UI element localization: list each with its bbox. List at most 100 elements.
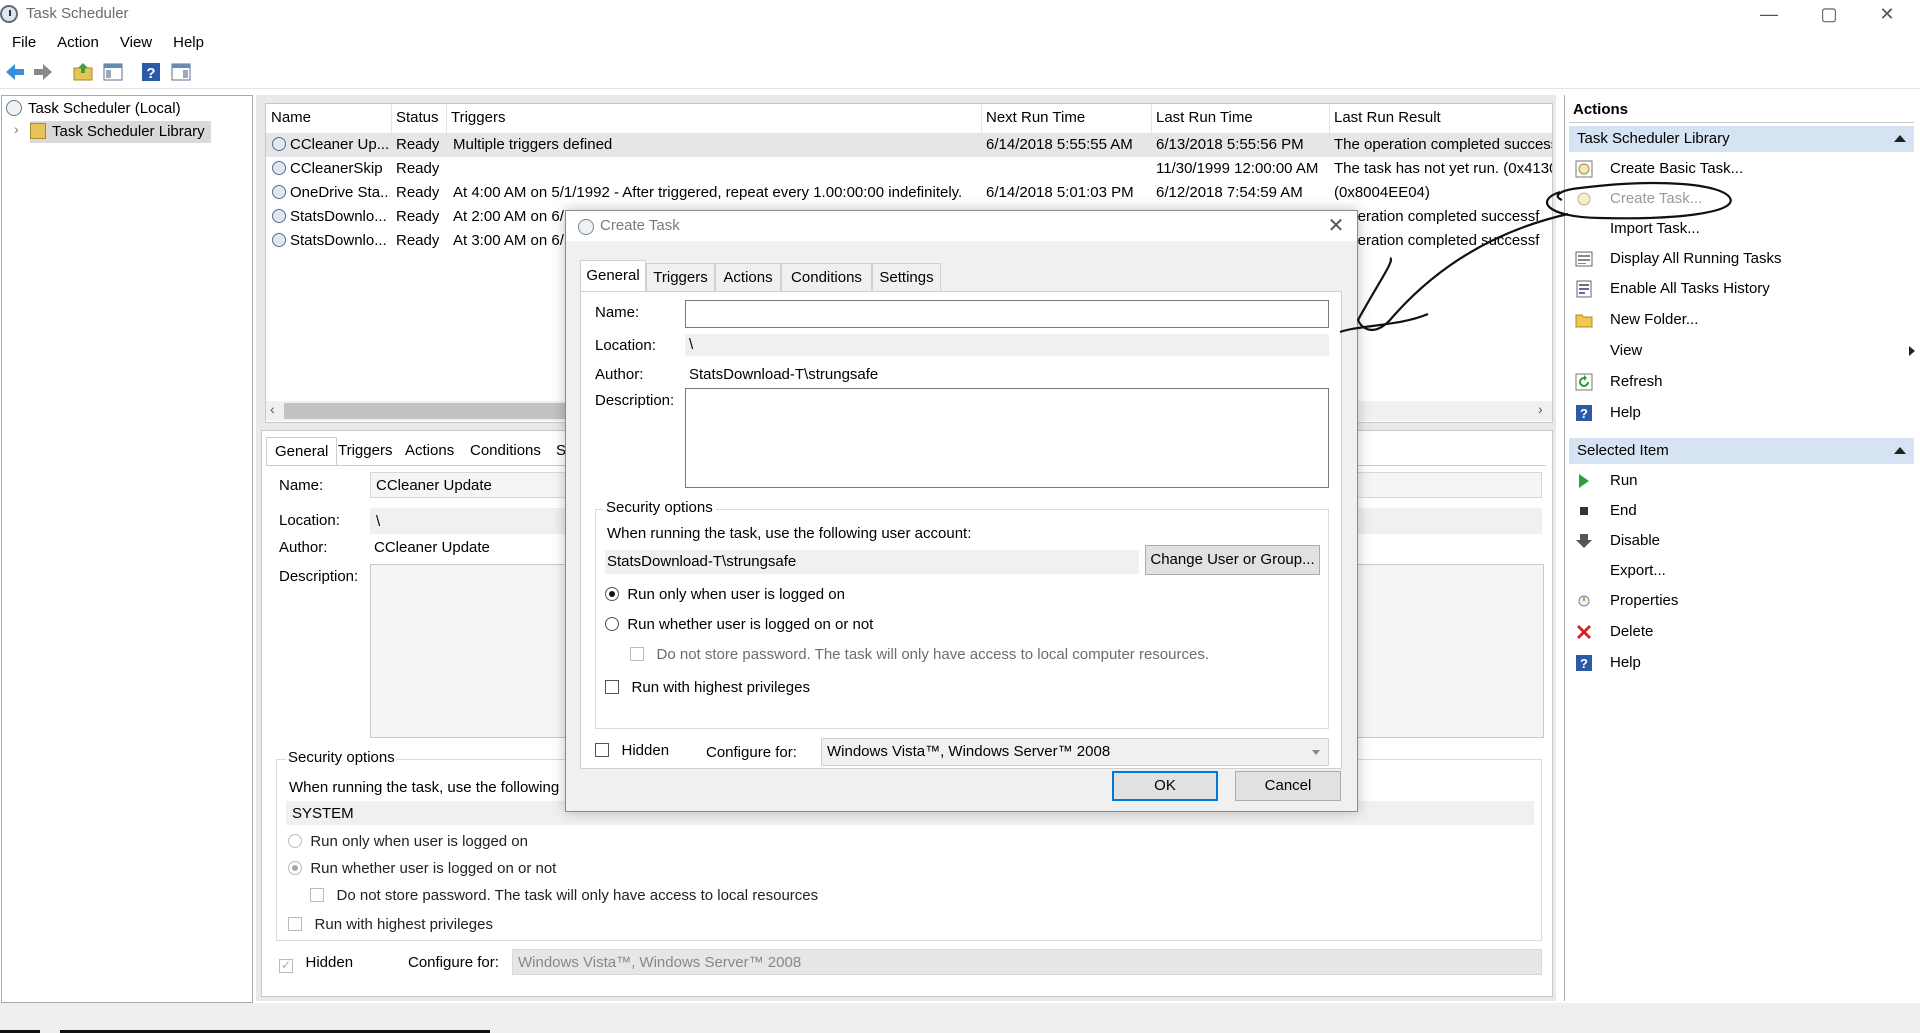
action-label: Import Task... — [1610, 220, 1700, 237]
task-row[interactable]: CCleanerSkip Ready 11/30/1999 12:00:00 A… — [266, 157, 1552, 181]
radio-label: Run only when user is logged on — [310, 833, 528, 850]
column-header-next-run[interactable]: Next Run Time — [986, 109, 1085, 126]
scroll-left-icon[interactable]: ‹ — [270, 401, 275, 417]
dialog-highest-privileges[interactable]: Run with highest privileges — [605, 679, 810, 696]
menu-view[interactable]: View — [108, 31, 161, 55]
dialog-radio-logged-on[interactable]: Run only when user is logged on — [605, 586, 845, 603]
section-selected-item[interactable]: Selected Item — [1569, 438, 1914, 464]
console-tree: Task Scheduler (Local) › Task Scheduler … — [1, 95, 253, 1003]
task-description-input[interactable] — [685, 388, 1329, 488]
tree-expander-icon[interactable]: › — [14, 121, 19, 137]
task-next-run: 6/14/2018 5:01:03 PM — [986, 184, 1134, 201]
column-separator — [446, 104, 447, 134]
dialog-hidden[interactable]: Hidden — [595, 742, 669, 759]
action-pane-icon[interactable] — [170, 61, 192, 83]
section-title: Task Scheduler Library — [1577, 130, 1730, 147]
cancel-button[interactable]: Cancel — [1235, 771, 1341, 801]
radio-label: Run whether user is logged on or not — [627, 616, 874, 633]
help-icon[interactable]: ? — [140, 61, 162, 83]
delete-icon — [1577, 625, 1591, 639]
task-name: CCleaner Up... — [290, 136, 390, 153]
action-view[interactable]: View — [1575, 339, 1915, 363]
actions-pane: Actions Task Scheduler Library Create Ba… — [1564, 95, 1920, 1001]
task-row[interactable]: CCleaner Up... Ready Multiple triggers d… — [266, 133, 1552, 157]
detail-tab-actions[interactable]: Actions — [397, 437, 462, 465]
task-next-run: 6/14/2018 5:55:55 AM — [986, 136, 1133, 153]
dialog-radio-whether[interactable]: Run whether user is logged on or not — [605, 616, 873, 633]
detail-tab-triggers[interactable]: Triggers — [330, 437, 400, 465]
checkbox[interactable] — [605, 680, 619, 694]
collapse-caret-icon[interactable] — [1894, 447, 1906, 454]
task-icon — [272, 161, 286, 175]
radio-button[interactable] — [605, 617, 619, 631]
actions-title: Actions — [1573, 101, 1629, 118]
checkbox — [310, 888, 324, 902]
task-icon — [272, 137, 286, 151]
action-label: Delete — [1610, 623, 1654, 640]
checkbox — [630, 647, 644, 661]
scroll-right-icon[interactable]: › — [1538, 401, 1543, 417]
forward-arrow-icon[interactable] — [32, 61, 54, 83]
configure-for-select[interactable]: Windows Vista™, Windows Server™ 2008 — [821, 738, 1329, 766]
divider — [1569, 122, 1914, 123]
section-task-scheduler-library[interactable]: Task Scheduler Library — [1569, 126, 1914, 152]
detail-radio-whether: Run whether user is logged on or not — [288, 860, 556, 877]
change-user-button[interactable]: Change User or Group... — [1145, 545, 1320, 575]
menu-action[interactable]: Action — [45, 31, 108, 55]
tree-item-root[interactable]: Task Scheduler (Local) — [6, 98, 181, 120]
folder-icon — [1575, 314, 1593, 328]
tree-item-library[interactable]: Task Scheduler Library — [30, 121, 211, 143]
svg-text:?: ? — [1580, 406, 1588, 421]
dialog-no-store-password: Do not store password. The task will onl… — [630, 646, 1209, 663]
column-separator — [1151, 104, 1152, 134]
back-arrow-icon[interactable] — [4, 61, 26, 83]
task-status: Ready — [396, 184, 440, 201]
column-header-last-run[interactable]: Last Run Time — [1156, 109, 1253, 126]
clock-icon — [578, 219, 594, 235]
task-last-run: 11/30/1999 12:00:00 AM — [1156, 160, 1319, 177]
configure-for-value: Windows Vista™, Windows Server™ 2008 — [827, 743, 1111, 760]
radio-button[interactable] — [605, 587, 619, 601]
dialog-title: Create Task — [600, 217, 680, 234]
folder-up-icon[interactable] — [72, 61, 94, 83]
svg-text:?: ? — [146, 65, 155, 82]
dialog-tab-conditions[interactable]: Conditions — [781, 263, 872, 291]
detail-author-label: Author: — [279, 539, 328, 556]
dialog-tab-actions[interactable]: Actions — [715, 263, 781, 291]
dialog-tab-settings[interactable]: Settings — [872, 263, 941, 291]
column-header-status[interactable]: Status — [396, 109, 439, 126]
action-label: Disable — [1610, 532, 1661, 549]
action-label: Properties — [1610, 592, 1679, 609]
menu-help[interactable]: Help — [161, 31, 213, 55]
dialog-location-value: \ — [685, 334, 1329, 356]
ok-button[interactable]: OK — [1112, 771, 1218, 801]
checkbox-checked: ✓ — [279, 958, 293, 973]
dialog-close-button[interactable]: ✕ — [1323, 214, 1349, 238]
end-icon — [1580, 507, 1588, 515]
dialog-tab-triggers[interactable]: Triggers — [646, 263, 715, 291]
disable-icon — [1576, 534, 1592, 548]
task-name-input[interactable] — [685, 300, 1329, 328]
column-header-name[interactable]: Name — [271, 109, 311, 126]
checkbox-label: Run with highest privileges — [631, 679, 810, 696]
tree-root-label: Task Scheduler (Local) — [28, 100, 181, 117]
column-header-last-result[interactable]: Last Run Result — [1334, 109, 1441, 126]
collapse-caret-icon[interactable] — [1894, 135, 1906, 142]
maximize-button[interactable]: ▢ — [1800, 0, 1858, 30]
detail-location-label: Location: — [279, 512, 340, 529]
show-hide-console-tree-icon[interactable] — [102, 61, 124, 83]
task-icon — [272, 209, 286, 223]
dialog-location-label: Location: — [595, 337, 656, 354]
detail-tab-conditions[interactable]: Conditions — [462, 437, 549, 465]
column-header-triggers[interactable]: Triggers — [451, 109, 505, 126]
dialog-tab-general[interactable]: General — [580, 260, 646, 292]
task-last-result: The operation completed successf — [1334, 136, 1552, 153]
create-task-icon — [1577, 192, 1591, 206]
detail-tab-general[interactable]: General — [266, 437, 338, 466]
close-button[interactable]: ✕ — [1858, 0, 1916, 30]
checkbox[interactable] — [595, 743, 609, 757]
menu-file[interactable]: File — [0, 31, 45, 55]
minimize-button[interactable]: — — [1740, 0, 1798, 30]
dialog-description-label: Description: — [595, 392, 675, 409]
task-row[interactable]: OneDrive Sta... Ready At 4:00 AM on 5/1/… — [266, 181, 1552, 205]
